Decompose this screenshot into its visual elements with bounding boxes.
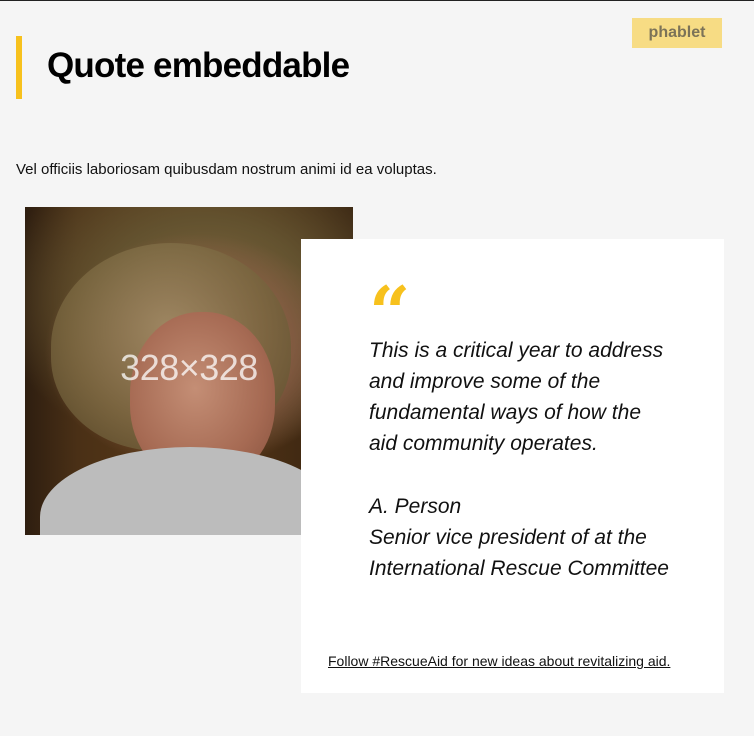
page-header: Quote embeddable [16, 36, 350, 99]
quote-card: “ This is a critical year to address and… [301, 239, 724, 693]
quote-attribution: A. Person Senior vice president of at th… [369, 491, 669, 584]
breakpoint-badge-label: phablet [648, 24, 706, 41]
follow-hashtag-link[interactable]: Follow #RescueAid for new ideas about re… [328, 653, 670, 669]
intro-text: Vel officiis laboriosam quibusdam nostru… [16, 161, 437, 178]
attribution-role: Senior vice president of at the Internat… [369, 526, 669, 580]
attribution-name: A. Person [369, 495, 462, 518]
page-title: Quote embeddable [47, 46, 350, 85]
breakpoint-badge: phablet [632, 18, 722, 48]
quote-text: This is a critical year to address and i… [369, 339, 664, 455]
accent-bar [16, 36, 22, 99]
